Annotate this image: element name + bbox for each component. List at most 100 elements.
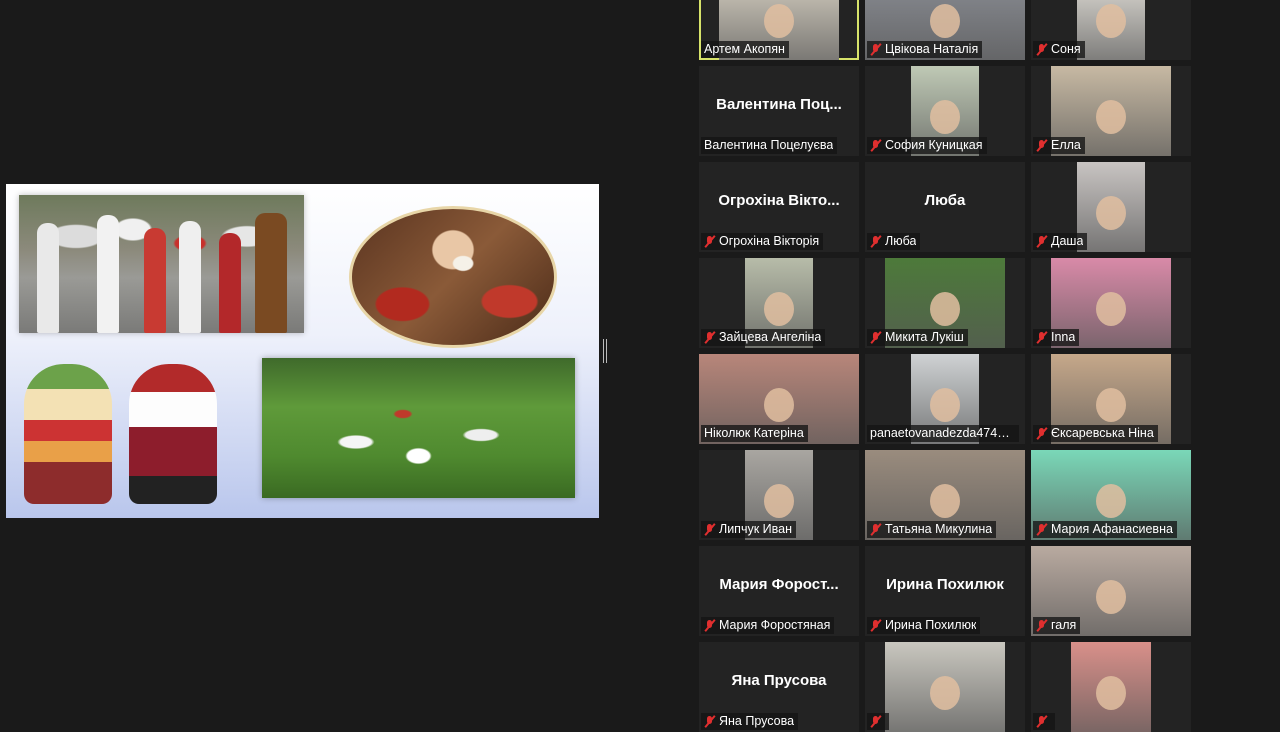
participant-name: Валентина Поцелуєва bbox=[704, 138, 834, 152]
microphone-muted-icon bbox=[1036, 331, 1048, 344]
microphone-muted-icon bbox=[704, 715, 716, 728]
participant-display-name: Яна Прусова bbox=[731, 672, 827, 689]
participant-tile[interactable]: Ирина Похилюк Ирина Похилюк bbox=[865, 546, 1025, 636]
pysanka-egg-painting-photo bbox=[349, 206, 557, 348]
microphone-muted-icon bbox=[1036, 715, 1048, 728]
participant-name-tag: Даша bbox=[1033, 233, 1088, 250]
participant-name-tag: Валентина Поцелуєва bbox=[701, 137, 838, 154]
participant-name-tag: Зайцева Ангеліна bbox=[701, 329, 826, 346]
microphone-muted-icon bbox=[1036, 235, 1048, 248]
microphone-muted-icon bbox=[870, 139, 882, 152]
participant-tile[interactable]: Липчук Иван bbox=[699, 450, 859, 540]
participant-tile[interactable]: Валентина Поц... Валентина Поцелуєва bbox=[699, 66, 859, 156]
participant-name-tag: Огрохіна Вікторія bbox=[701, 233, 824, 250]
microphone-muted-icon bbox=[704, 619, 716, 632]
participant-name: Мария Форостяная bbox=[719, 618, 831, 632]
participant-tile[interactable]: Яна Прусова Яна Прусова bbox=[699, 642, 859, 732]
microphone-muted-icon bbox=[870, 331, 882, 344]
participant-tile[interactable]: Огрохіна Вікто... Огрохіна Вікторія bbox=[699, 162, 859, 252]
participant-name: Артем Акопян bbox=[704, 42, 785, 56]
microphone-muted-icon bbox=[704, 331, 716, 344]
participant-name-tag: Inna bbox=[1033, 329, 1080, 346]
participant-tile[interactable]: Татьяна Микулина bbox=[865, 450, 1025, 540]
participant-name: Єксаревська Ніна bbox=[1051, 426, 1154, 440]
microphone-muted-icon bbox=[870, 523, 882, 536]
participant-name: Цвікова Наталія bbox=[885, 42, 979, 56]
participant-name-tag bbox=[867, 713, 889, 730]
participant-name: Микита Лукіш bbox=[885, 330, 964, 344]
shared-screen-slide bbox=[6, 184, 599, 518]
participant-tile[interactable]: Даша bbox=[1031, 162, 1191, 252]
participant-name: Даша bbox=[1051, 234, 1084, 248]
participant-tile[interactable]: Соня bbox=[1031, 0, 1191, 60]
participant-name-tag: Артем Акопян bbox=[701, 41, 789, 58]
participant-name-tag: Яна Прусова bbox=[701, 713, 799, 730]
participant-name-tag: Татьяна Микулина bbox=[867, 521, 997, 538]
participant-video bbox=[1071, 642, 1151, 732]
participant-tile[interactable]: Цвікова Наталія bbox=[865, 0, 1025, 60]
participant-name: Елла bbox=[1051, 138, 1081, 152]
participant-name-tag: Соня bbox=[1033, 41, 1085, 58]
microphone-muted-icon bbox=[1036, 523, 1048, 536]
participant-name-tag: Елла bbox=[1033, 137, 1085, 154]
participant-name: Inna bbox=[1051, 330, 1076, 344]
microphone-muted-icon bbox=[1036, 139, 1048, 152]
participant-tile[interactable]: галя bbox=[1031, 546, 1191, 636]
participant-tile[interactable]: panaetovanadezda474@... bbox=[865, 354, 1025, 444]
microphone-muted-icon bbox=[704, 235, 716, 248]
participant-name: Липчук Иван bbox=[719, 522, 792, 536]
panel-resize-handle[interactable] bbox=[603, 339, 607, 363]
participant-tile[interactable]: Мария Афанасиевна bbox=[1031, 450, 1191, 540]
participant-video bbox=[1077, 0, 1145, 60]
participant-name-tag: Мария Форостяная bbox=[701, 617, 835, 634]
participant-name-tag: Єксаревська Ніна bbox=[1033, 425, 1158, 442]
participant-name: галя bbox=[1051, 618, 1077, 632]
microphone-muted-icon bbox=[704, 523, 716, 536]
participant-display-name: Огрохіна Вікто... bbox=[718, 192, 840, 209]
participant-display-name: Мария Форост... bbox=[719, 576, 839, 593]
microphone-muted-icon bbox=[1036, 43, 1048, 56]
participant-name-tag: Люба bbox=[867, 233, 921, 250]
participant-tile[interactable]: Люба Люба bbox=[865, 162, 1025, 252]
participant-name: Ирина Похилюк bbox=[885, 618, 977, 632]
participant-name: Яна Прусова bbox=[719, 714, 795, 728]
participant-name-tag bbox=[1033, 713, 1055, 730]
participant-name-tag: Микита Лукіш bbox=[867, 329, 968, 346]
microphone-muted-icon bbox=[870, 619, 882, 632]
participant-name-tag: Ніколюк Катеріна bbox=[701, 425, 808, 442]
participant-name-tag: София Куницкая bbox=[867, 137, 987, 154]
participant-tile[interactable] bbox=[865, 642, 1025, 732]
participant-name: Соня bbox=[1051, 42, 1081, 56]
participant-tile[interactable]: Мария Форост... Мария Форостяная bbox=[699, 546, 859, 636]
participant-display-name: Валентина Поц... bbox=[716, 96, 842, 113]
participant-name-tag: Ирина Похилюк bbox=[867, 617, 981, 634]
folk-musicians-photo bbox=[19, 195, 304, 333]
circle-dance-photo bbox=[262, 358, 575, 498]
participant-display-name: Люба bbox=[924, 192, 966, 209]
microphone-muted-icon bbox=[870, 235, 882, 248]
participant-tile[interactable]: Елла bbox=[1031, 66, 1191, 156]
participant-tile[interactable]: Inna bbox=[1031, 258, 1191, 348]
participant-tile[interactable]: Микита Лукіш bbox=[865, 258, 1025, 348]
motanka-dolls-photo bbox=[14, 360, 239, 510]
participant-tile[interactable] bbox=[1031, 642, 1191, 732]
participant-name: София Куницкая bbox=[885, 138, 983, 152]
participant-tile[interactable]: Зайцева Ангеліна bbox=[699, 258, 859, 348]
microphone-muted-icon bbox=[1036, 619, 1048, 632]
participant-tile[interactable]: Артем Акопян bbox=[699, 0, 859, 60]
participant-name-tag: галя bbox=[1033, 617, 1081, 634]
participant-name: Татьяна Микулина bbox=[885, 522, 993, 536]
participant-name-tag: panaetovanadezda474@... bbox=[867, 425, 1019, 442]
participant-name: Зайцева Ангеліна bbox=[719, 330, 822, 344]
participant-tile[interactable]: София Куницкая bbox=[865, 66, 1025, 156]
microphone-muted-icon bbox=[1036, 427, 1048, 440]
participant-name: Ніколюк Катеріна bbox=[704, 426, 804, 440]
microphone-muted-icon bbox=[870, 715, 882, 728]
microphone-muted-icon bbox=[870, 43, 882, 56]
participant-name: Мария Афанасиевна bbox=[1051, 522, 1173, 536]
participant-name: Огрохіна Вікторія bbox=[719, 234, 820, 248]
participant-tile[interactable]: Єксаревська Ніна bbox=[1031, 354, 1191, 444]
participant-name-tag: Мария Афанасиевна bbox=[1033, 521, 1177, 538]
participant-display-name: Ирина Похилюк bbox=[886, 576, 1004, 593]
participant-tile[interactable]: Ніколюк Катеріна bbox=[699, 354, 859, 444]
